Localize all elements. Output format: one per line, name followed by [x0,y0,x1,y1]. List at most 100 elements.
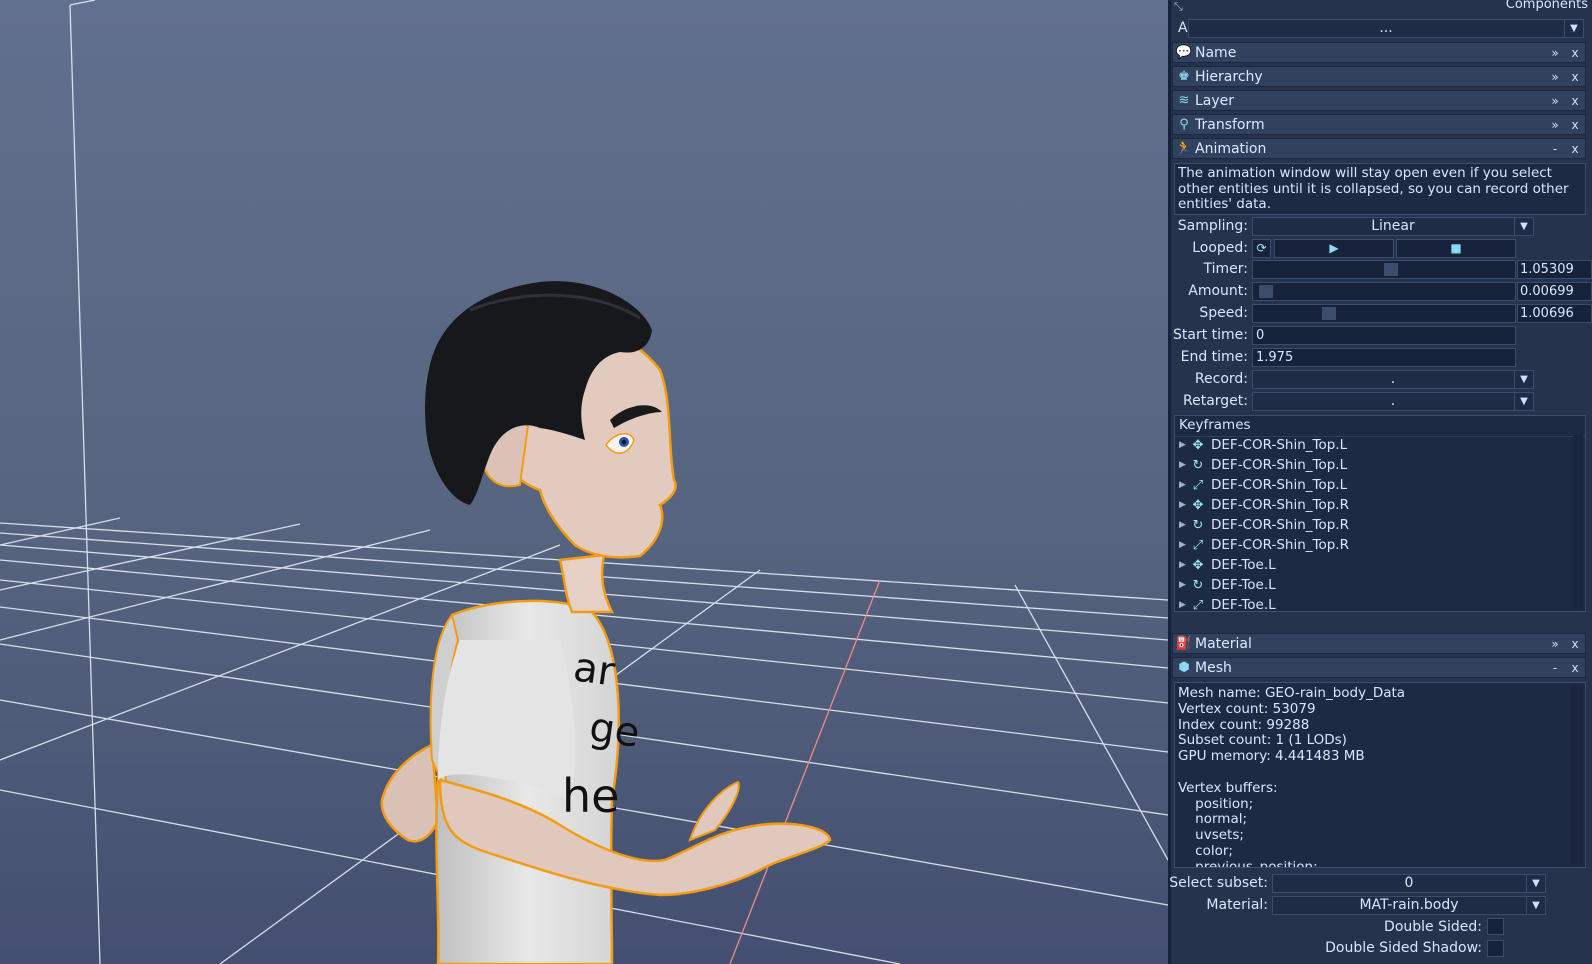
timer-value[interactable]: 1.05309 [1517,260,1592,279]
remove-component-button[interactable]: x [1565,94,1585,108]
double-sided-label: Double Sided: [1384,919,1482,935]
scale-icon: ⤢ [1192,477,1204,493]
mesh-info-line: Index count: 99288 [1178,716,1310,733]
expand-triangle-icon[interactable]: ▶ [1179,560,1189,570]
end-time-input[interactable]: 1.975 [1252,348,1516,367]
expand-triangle-icon[interactable]: ▶ [1179,500,1189,510]
speed-slider[interactable] [1252,304,1516,323]
component-header-animation[interactable]: 🏃 Animation - x [1172,138,1586,159]
start-time-input[interactable]: 0 [1252,326,1516,345]
double-sided-checkbox[interactable] [1487,918,1504,935]
mesh-info-scrollbar[interactable] [1571,685,1583,865]
panel-resize-handle[interactable] [1168,0,1171,964]
keyframe-item[interactable]: ▶ ✥ DEF-Toe.L [1175,555,1571,575]
loop-toggle-icon[interactable]: ⟳ [1252,239,1271,258]
keyframe-item[interactable]: ▶ ↻ DEF-Toe.L [1175,575,1571,595]
collapse-button[interactable]: - [1545,661,1565,675]
remove-component-button[interactable]: x [1565,637,1585,651]
collapse-button[interactable]: - [1545,142,1565,156]
retarget-dropdown[interactable]: . ▼ [1252,392,1534,411]
running-person-icon: 🏃 [1175,141,1193,156]
keyframe-item[interactable]: ▶ ⤢ DEF-COR-Shin_Top.R [1175,535,1571,555]
speed-label: Speed: [1199,305,1248,321]
keyframe-item[interactable]: ▶ ↻ DEF-COR-Shin_Top.L [1175,455,1571,475]
move-icon: ✥ [1192,497,1204,513]
keyframe-item[interactable]: ▶ ✥ DEF-COR-Shin_Top.R [1175,495,1571,515]
component-header-hierarchy[interactable]: ♚ Hierarchy » x [1172,66,1586,87]
play-button[interactable]: ▶ [1274,239,1394,258]
expand-button[interactable]: » [1545,94,1565,108]
component-header-layer[interactable]: ≋ Layer » x [1172,90,1586,111]
expand-button[interactable]: » [1545,637,1565,651]
amount-value[interactable]: 0.00699 [1517,282,1592,301]
select-subset-dropdown[interactable]: 0 ▼ [1272,874,1546,893]
sampling-value: Linear [1371,218,1415,234]
slider-knob[interactable] [1259,285,1273,298]
select-subset-label: Select subset: [1169,875,1268,891]
add-component-dropdown[interactable]: ... ▼ [1188,19,1584,38]
panel-titlebar: ⤡ Components [1172,0,1592,13]
component-title: Name [1195,44,1237,61]
chevron-down-icon: ▼ [1526,875,1545,892]
keyframe-label: DEF-COR-Shin_Top.L [1211,457,1348,473]
expand-triangle-icon[interactable]: ▶ [1179,540,1189,550]
remove-component-button[interactable]: x [1565,118,1585,132]
expand-triangle-icon[interactable]: ▶ [1179,460,1189,470]
component-header-transform[interactable]: ⚲ Transform » x [1172,114,1586,135]
keyframes-list[interactable]: ▶ ✥ DEF-COR-Shin_Top.L ▶ ↻ DEF-COR-Shin_Top.L… [1175,435,1571,611]
remove-component-button[interactable]: x [1565,46,1585,60]
keyframes-scrollbar[interactable] [1573,435,1583,609]
keyframe-item[interactable]: ▶ ⤢ DEF-COR-Shin_Top.L [1175,475,1571,495]
slider-knob[interactable] [1384,263,1398,276]
record-dropdown[interactable]: . ▼ [1252,370,1534,389]
expand-button[interactable]: » [1545,70,1565,84]
component-header-material[interactable]: ⛽ Material » x [1172,633,1586,654]
select-subset-value: 0 [1404,875,1414,891]
stop-button[interactable]: ■ [1396,239,1516,258]
timer-slider[interactable] [1252,260,1516,279]
timer-label: Timer: [1203,261,1249,277]
sampling-dropdown[interactable]: Linear ▼ [1252,217,1534,236]
expand-triangle-icon[interactable]: ▶ [1179,600,1189,610]
expand-triangle-icon[interactable]: ▶ [1179,520,1189,530]
component-title: Animation [1195,140,1267,157]
expand-button[interactable]: » [1545,46,1565,60]
paint-bucket-icon: ⛽ [1175,636,1193,651]
component-header-mesh[interactable]: ⬢ Mesh - x [1172,657,1586,678]
hierarchy-icon: ♚ [1178,69,1190,84]
mesh-info-line: position; [1178,795,1254,812]
keyframe-item[interactable]: ▶ ⤢ DEF-Toe.L [1175,595,1571,611]
shirt-text-1: ar [571,644,619,695]
component-title: Layer [1195,92,1235,109]
speed-value[interactable]: 1.00696 [1517,304,1592,323]
remove-component-button[interactable]: x [1565,70,1585,84]
remove-component-button[interactable]: x [1565,142,1585,156]
amount-slider[interactable] [1252,282,1516,301]
mesh-material-dropdown[interactable]: MAT-rain.body ▼ [1272,896,1546,915]
expand-triangle-icon[interactable]: ▶ [1179,440,1189,450]
keyframe-item[interactable]: ▶ ↻ DEF-COR-Shin_Top.R [1175,515,1571,535]
remove-component-button[interactable]: x [1565,661,1585,675]
mesh-info-line [1178,765,1567,781]
rotate-icon: ↻ [1192,517,1204,533]
mesh-info-line: uvsets; [1178,827,1244,844]
keyframes-box: Keyframes ▶ ✥ DEF-COR-Shin_Top.L ▶ ↻ DEF-COR-… [1174,415,1586,612]
keyframe-label: DEF-COR-Shin_Top.R [1211,537,1349,553]
expand-triangle-icon[interactable]: ▶ [1179,480,1189,490]
start-time-label: Start time: [1173,327,1248,343]
component-header-name[interactable]: 💬 Name » x [1172,42,1586,63]
speech-bubble-icon: 💬 [1175,45,1193,60]
chevron-down-icon: ▼ [1526,897,1545,914]
expand-triangle-icon[interactable]: ▶ [1179,580,1189,590]
looped-label: Looped: [1192,240,1248,256]
slider-knob[interactable] [1322,307,1336,320]
expand-button[interactable]: » [1545,118,1565,132]
keyframe-item[interactable]: ▶ ✥ DEF-COR-Shin_Top.L [1175,435,1571,455]
3d-viewport[interactable]: ar ge he [0,0,1168,964]
resize-grip-icon[interactable]: ⤡ [1174,0,1183,14]
component-title: Hierarchy [1195,68,1263,85]
retarget-value: . [1390,393,1396,409]
double-sided-shadow-checkbox[interactable] [1487,940,1504,957]
keyframe-label: DEF-COR-Shin_Top.L [1211,437,1348,453]
add-component-value: ... [1379,20,1393,36]
